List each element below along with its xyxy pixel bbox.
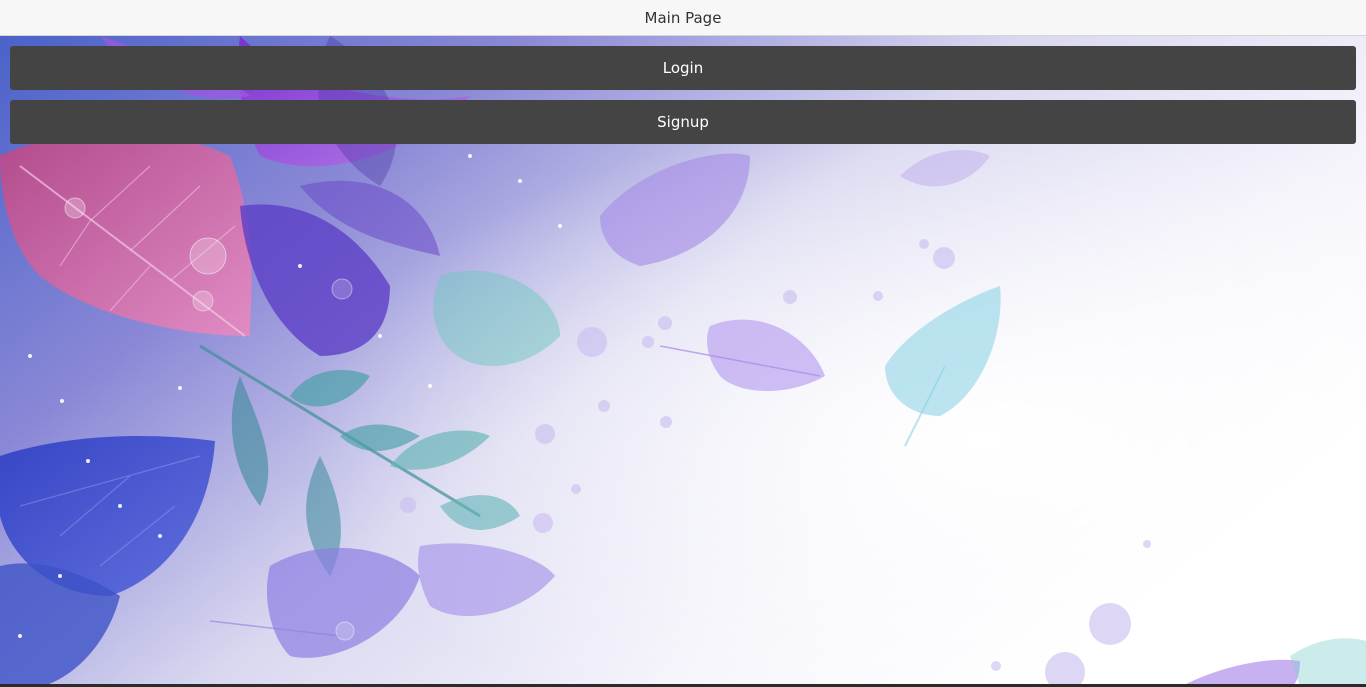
app-title-bar: Main Page — [0, 0, 1366, 36]
login-button[interactable]: Login — [10, 46, 1356, 90]
signup-button[interactable]: Signup — [10, 100, 1356, 144]
page-title: Main Page — [644, 8, 722, 27]
main-menu-buttons: Login Signup — [10, 46, 1356, 144]
